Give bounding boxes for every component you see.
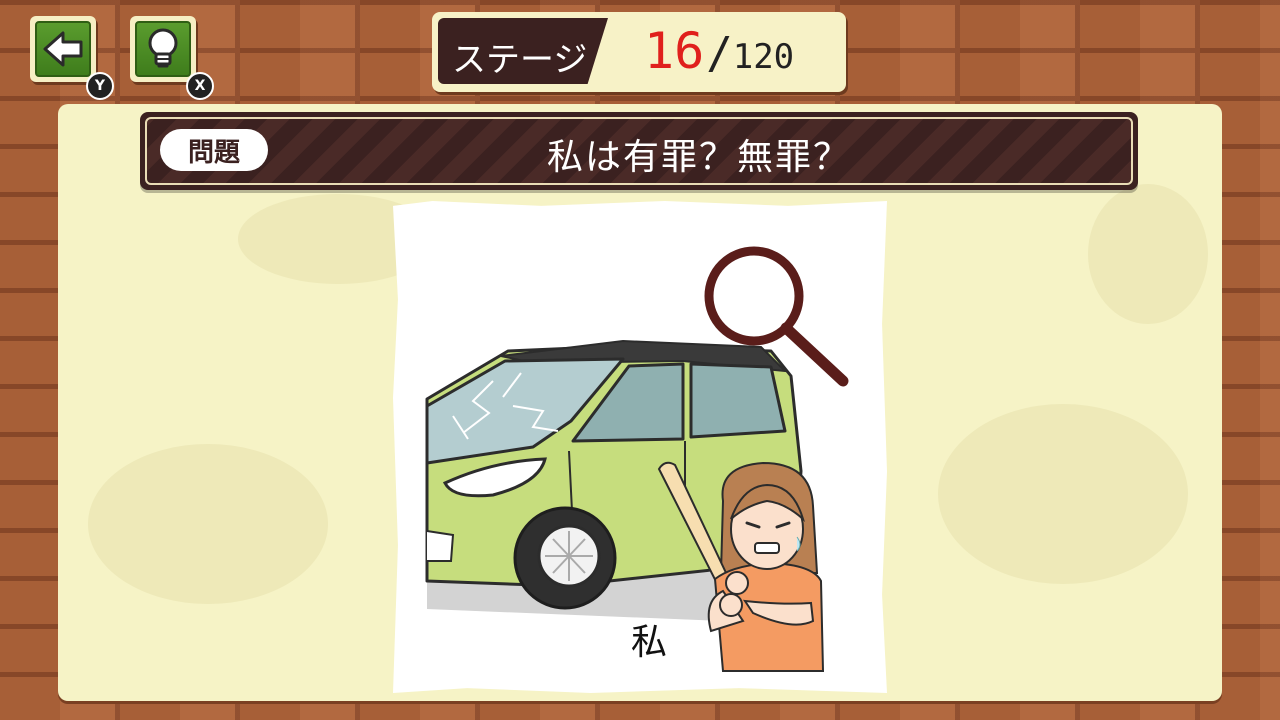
stage-separator: /	[706, 28, 733, 79]
hint-button[interactable]	[130, 16, 196, 82]
girl-hand	[719, 593, 743, 617]
y-key-badge: Y	[86, 72, 114, 100]
front-bumper	[426, 530, 455, 562]
stage-total-number: 120	[732, 37, 795, 77]
stage-label-box: ステージ	[438, 18, 608, 84]
stage-current-number: 16	[644, 22, 705, 80]
puzzle-picture[interactable]: 私	[393, 201, 887, 693]
x-key-badge: X	[186, 72, 214, 100]
stage-counter: 16 / 120	[644, 22, 794, 82]
lightbulb-icon	[148, 28, 178, 68]
hint-button-face	[135, 21, 191, 77]
back-button[interactable]	[30, 16, 96, 82]
rear-side-window	[689, 362, 787, 439]
girl-teeth	[754, 542, 780, 554]
board-texture-stain	[88, 444, 328, 604]
game-screen: Y X ステージ 16 / 120 問題 私は有罪？無罪？ 私	[0, 0, 1280, 720]
girl-hand	[725, 571, 749, 595]
question-text: 私は有罪？無罪？	[546, 137, 851, 178]
stage-panel: ステージ 16 / 120	[432, 12, 846, 92]
me-label: 私	[631, 622, 668, 663]
question-tag: 問題	[160, 129, 268, 171]
stage-label: ステージ	[452, 40, 588, 80]
question-bar: 問題 私は有罪？無罪？	[140, 112, 1138, 190]
board-texture-stain	[1088, 184, 1208, 324]
back-button-face	[35, 21, 91, 77]
back-arrow-icon	[43, 31, 83, 67]
magnifier-handle	[780, 322, 849, 387]
board-texture-stain	[938, 404, 1188, 584]
